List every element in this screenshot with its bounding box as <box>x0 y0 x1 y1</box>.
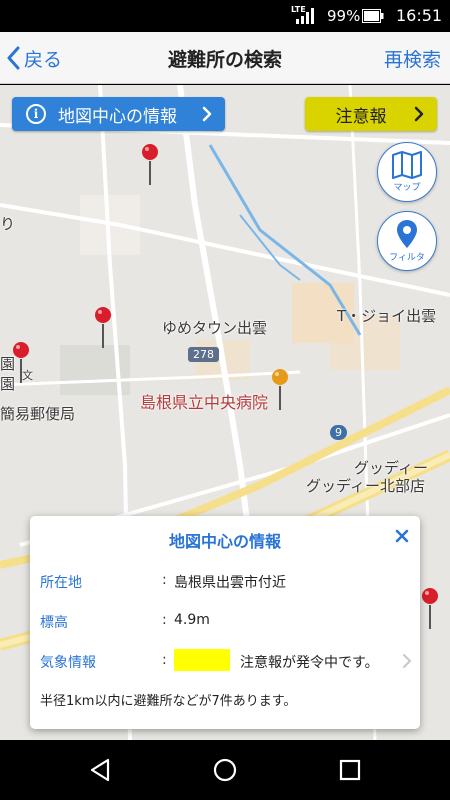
map-label-post-office: 簡易郵便局 <box>0 405 76 423</box>
status-bar: LTE 99% 16:51 <box>0 0 450 32</box>
nearby-count-text: 半径1km以内に避難所などが7件あります。 <box>40 694 297 709</box>
map-label-hospital: 島根県立中央病院 <box>140 393 269 412</box>
elevation-key: 標高 <box>40 615 68 631</box>
back-button[interactable]: 戻る <box>6 42 62 74</box>
map-mode-button[interactable]: マップ <box>377 142 437 202</box>
map-center-info-button[interactable]: i 地図中心の情報 <box>12 97 225 131</box>
system-nav-bar <box>0 740 450 800</box>
shelter-pin[interactable] <box>140 143 160 185</box>
route-9-shield: 9 <box>330 425 347 440</box>
location-row: 所在地 : 島根県出雲市付近 <box>40 568 410 594</box>
shelter-pin[interactable] <box>420 587 440 629</box>
signal-icon <box>296 8 314 24</box>
warning-button[interactable]: 注意報 <box>305 97 437 131</box>
weather-value: 注意報が発令中です。 <box>240 655 379 671</box>
page-title: 避難所の検索 <box>167 49 282 71</box>
separator: : <box>162 612 167 628</box>
map-label-gooday-north: グッディー北部店 <box>306 477 425 495</box>
route-278-shield: 278 <box>188 347 219 362</box>
chevron-left-icon <box>7 46 20 70</box>
elevation-row: 標高 : 4.9m <box>40 608 410 634</box>
location-key: 所在地 <box>40 575 82 591</box>
map-label-ri: り <box>0 215 16 233</box>
center-pin[interactable] <box>270 368 290 410</box>
weather-key: 気象情報 <box>40 655 96 671</box>
battery-icon <box>362 9 384 23</box>
recents-square-icon[interactable] <box>338 758 362 782</box>
nav-bar: 戻る 避難所の検索 再検索 <box>0 32 450 84</box>
back-label: 戻る <box>24 48 63 71</box>
separator: : <box>162 652 167 668</box>
elevation-value: 4.9m <box>174 612 210 628</box>
filter-button[interactable]: フィルタ <box>377 211 437 271</box>
location-value: 島根県出雲市付近 <box>174 575 286 591</box>
map-center-info-panel: 地図中心の情報 所在地 : 島根県出雲市付近 標高 : 4.9m 気象情報 : … <box>30 516 420 729</box>
home-circle-icon[interactable] <box>213 758 237 782</box>
chevron-right-icon <box>403 654 411 668</box>
warning-label: 注意報 <box>335 106 387 127</box>
map-icon <box>392 151 422 179</box>
shelter-pin[interactable] <box>11 341 31 383</box>
close-icon[interactable] <box>394 528 410 544</box>
map-mode-label: マップ <box>393 183 421 193</box>
info-icon: i <box>26 104 46 124</box>
weather-row[interactable]: 気象情報 : 注意報が発令中です。 <box>40 648 411 674</box>
map-view[interactable]: 278 9 り ゆめタウン出雲 T・ジョイ出雲 島根県立中央病院 園 園 文 簡… <box>0 85 450 740</box>
map-label-t-joy: T・ジョイ出雲 <box>337 307 437 325</box>
back-triangle-icon[interactable] <box>88 758 112 782</box>
filter-label: フィルタ <box>389 253 425 263</box>
chevron-right-icon <box>414 106 424 122</box>
panel-title: 地図中心の情報 <box>168 532 281 551</box>
map-center-info-label: 地図中心の情報 <box>58 106 177 127</box>
weather-warning-swatch <box>174 649 230 671</box>
battery-percent: 99% <box>327 7 361 25</box>
map-label-yume-town: ゆめタウン出雲 <box>162 319 268 337</box>
clock: 16:51 <box>396 6 443 25</box>
research-button[interactable]: 再検索 <box>384 45 441 72</box>
location-pin-icon <box>397 220 417 248</box>
separator: : <box>162 572 167 588</box>
chevron-right-icon <box>202 106 212 122</box>
shelter-pin[interactable] <box>93 306 113 348</box>
